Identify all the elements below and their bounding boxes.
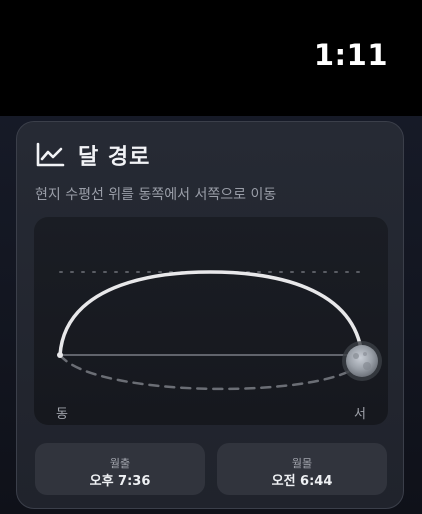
moon-arc-below [58, 353, 364, 391]
direction-east-label: 동 [56, 407, 68, 422]
moonrise-pill: 월출 오후 7:36 [35, 443, 205, 495]
moonset-label: 월몰 [291, 457, 313, 470]
moon-path-svg [57, 270, 382, 391]
moonrise-time: 오후 7:36 [89, 474, 151, 489]
moon-path-card: 달 경로 현지 수평선 위를 동쪽에서 서쪽으로 이동 동 서 월출 오후 7:… [16, 121, 404, 509]
moonrise-label: 월출 [109, 457, 131, 470]
direction-west-label: 서 [354, 407, 366, 422]
card-title: 달 경로 [78, 145, 151, 170]
moon-path-chart: 동 서 [34, 217, 388, 425]
status-clock: 1:11 [313, 38, 388, 72]
arc-start-dot [57, 352, 63, 358]
moon-arc-above [58, 270, 364, 357]
moonset-time: 오전 6:44 [271, 474, 333, 489]
status-bar: 1:11 [0, 0, 422, 116]
card-subtitle: 현지 수평선 위를 동쪽에서 서쪽으로 이동 [35, 187, 277, 203]
card-header: 달 경로 [35, 140, 150, 170]
moonset-pill: 월몰 오전 6:44 [217, 443, 387, 495]
line-chart-icon [36, 142, 65, 167]
moon-icon [346, 345, 378, 377]
